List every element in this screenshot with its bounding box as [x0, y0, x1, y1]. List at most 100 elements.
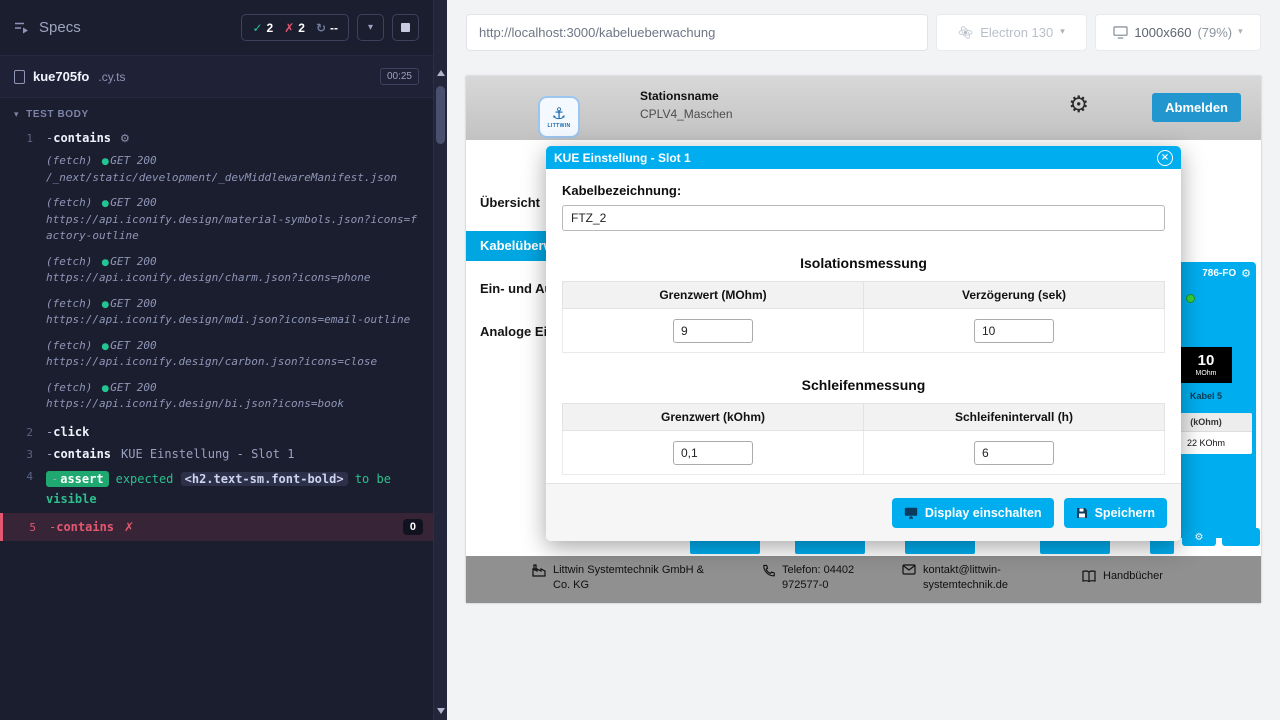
cable-name-input[interactable]: [562, 205, 1165, 231]
stop-button[interactable]: [392, 14, 419, 41]
display-value: 10: [1198, 353, 1215, 368]
status-dot-icon: ●: [101, 199, 109, 209]
specs-label: Specs: [39, 19, 81, 36]
footer-manuals[interactable]: Handbücher: [1082, 569, 1163, 584]
fetch-url: https://api.iconify.design/carbon.json?i…: [46, 354, 419, 371]
close-icon[interactable]: ×: [1157, 150, 1173, 166]
footer-email[interactable]: kontakt@littwin-systemtechnik.de: [902, 563, 1014, 594]
spec-file-icon: [14, 70, 25, 84]
command-log: 1 contains⚙ (fetch)●GET 200 /_next/stati…: [0, 127, 433, 720]
dialog-footer: Display einschalten Speichern: [546, 483, 1181, 541]
fetch-log: (fetch)●GET 200 https://api.iconify.desi…: [46, 380, 419, 413]
command-name: contains: [49, 520, 114, 534]
gear-icon[interactable]: ⚙: [1241, 267, 1251, 280]
assert-badge: assert: [46, 471, 109, 487]
save-button[interactable]: Speichern: [1064, 498, 1167, 528]
measurement-display: 10 MOhm: [1180, 347, 1232, 383]
status-dot-icon: ●: [101, 300, 109, 310]
browser-selector[interactable]: Electron 130 ▾: [936, 14, 1087, 51]
isolation-limit-input[interactable]: [673, 319, 753, 343]
dialog-body: Kabelbezeichnung: Isolationsmessung Gren…: [546, 169, 1181, 483]
display-on-label: Display einschalten: [925, 506, 1042, 520]
station-label: Stationsname: [640, 89, 733, 103]
status-dot-icon: ●: [101, 258, 109, 268]
check-icon: ✓: [252, 21, 262, 35]
url-bar[interactable]: [466, 14, 928, 51]
command-line-number: 1: [0, 131, 46, 417]
loop-limit-input[interactable]: [673, 441, 753, 465]
fetch-prefix: (fetch): [46, 255, 92, 268]
cypress-runner-window: Specs ✓2 ✗2 ↻-- ▾ kue705fo .cy.ts 00:25 …: [0, 0, 1280, 720]
specs-button[interactable]: Specs: [14, 19, 81, 36]
fetch-log: (fetch)●GET 200 https://api.iconify.desi…: [46, 338, 419, 371]
command-row-assert[interactable]: 4 assertexpected <h2.text-sm.font-bold> …: [0, 465, 433, 514]
fetch-status: GET 200: [110, 381, 156, 394]
fail-cross-icon: ✗: [124, 520, 134, 534]
url-input[interactable]: [479, 25, 915, 40]
scrollbar-thumb[interactable]: [436, 86, 445, 144]
anchor-icon: ⚓: [552, 106, 566, 122]
spec-name: kue705fo: [33, 69, 89, 84]
display-unit: MOhm: [1196, 370, 1217, 377]
loop-interval-input[interactable]: [974, 441, 1054, 465]
scroll-down-arrow-icon[interactable]: [437, 708, 445, 714]
fetch-log: (fetch)●GET 200 /_next/static/developmen…: [46, 153, 419, 186]
company-text: Littwin Systemtechnik GmbH & Co. KG: [553, 563, 707, 594]
command-line-number: 2: [0, 425, 46, 439]
phone-icon: [762, 564, 775, 577]
settings-gear-icon[interactable]: ⚙: [1068, 92, 1089, 118]
command-line-number: 3: [0, 447, 46, 461]
slot-card-chip[interactable]: [1222, 528, 1260, 546]
fetch-status: GET 200: [110, 196, 156, 209]
aut-pane: Electron 130 ▾ 1000x660 (79%) ▾ ⚓ LITTWI…: [447, 0, 1280, 720]
command-row-click[interactable]: 2 click: [0, 421, 433, 443]
failed-count: 2: [298, 21, 305, 35]
runner-header: Specs ✓2 ✗2 ↻-- ▾: [0, 0, 433, 56]
display-on-button[interactable]: Display einschalten: [892, 498, 1054, 528]
command-row-contains-failed[interactable]: 5 contains✗ 0: [0, 513, 433, 541]
book-icon: [1082, 570, 1096, 582]
test-stats[interactable]: ✓2 ✗2 ↻--: [241, 14, 349, 41]
command-row-contains-1[interactable]: 1 contains⚙ (fetch)●GET 200 /_next/stati…: [0, 127, 433, 421]
viewport-selector[interactable]: 1000x660 (79%) ▾: [1095, 14, 1261, 51]
command-line-number: 4: [0, 469, 46, 510]
stat-failed: ✗2: [284, 21, 305, 35]
status-dot-icon: ●: [101, 342, 109, 352]
logout-button[interactable]: Abmelden: [1152, 93, 1241, 122]
test-body-label: TEST BODY: [26, 109, 89, 120]
slot-card-title: 786-FO: [1202, 268, 1236, 279]
app-footer: Littwin Systemtechnik GmbH & Co. KG Tele…: [466, 556, 1261, 603]
fetch-log: (fetch)●GET 200 https://api.iconify.desi…: [46, 254, 419, 287]
isolation-delay-input[interactable]: [974, 319, 1054, 343]
command-argument: KUE Einstellung - Slot 1: [121, 447, 294, 461]
station-name: CPLV4_Maschen: [640, 107, 733, 121]
slot-card-gear-chip[interactable]: ⚙: [1182, 528, 1216, 546]
save-label: Speichern: [1095, 506, 1155, 520]
isolation-limit-cell: [563, 309, 864, 353]
refresh-icon: ↻: [316, 21, 326, 35]
command-line-number: 5: [3, 520, 49, 534]
fetch-prefix: (fetch): [46, 297, 92, 310]
assert-selector: <h2.text-sm.font-bold>: [181, 472, 348, 486]
pending-count: --: [330, 21, 338, 35]
collapse-button[interactable]: ▾: [357, 14, 384, 41]
cable-name-label: Kabelbezeichnung:: [562, 183, 1165, 198]
fetch-log: (fetch)●GET 200 https://api.iconify.desi…: [46, 195, 419, 245]
fetch-status: GET 200: [110, 297, 156, 310]
aut-toolbar: Electron 130 ▾ 1000x660 (79%) ▾: [447, 0, 1280, 64]
spec-file-row[interactable]: kue705fo .cy.ts 00:25: [0, 56, 433, 98]
scroll-up-arrow-icon[interactable]: [437, 70, 445, 76]
loop-col-interval: Schleifenintervall (h): [864, 404, 1165, 431]
stat-passed: ✓2: [252, 21, 273, 35]
stop-icon: [401, 23, 410, 32]
test-body-toggle[interactable]: ▾ TEST BODY: [0, 98, 433, 127]
loop-table: Grenzwert (kOhm) Schleifenintervall (h): [562, 403, 1165, 475]
aut-frame: ⚓ LITTWIN Stationsname CPLV4_Maschen ⚙ A…: [466, 76, 1261, 603]
loop-section-title: Schleifenmessung: [562, 377, 1165, 393]
electron-icon: [958, 25, 973, 40]
fetch-status: GET 200: [110, 255, 156, 268]
command-row-contains-2[interactable]: 3 containsKUE Einstellung - Slot 1: [0, 443, 433, 465]
fetch-url: https://api.iconify.design/bi.json?icons…: [46, 396, 419, 413]
sidebar-scrollbar[interactable]: [433, 0, 447, 720]
dialog-header[interactable]: KUE Einstellung - Slot 1 ×: [546, 146, 1181, 169]
